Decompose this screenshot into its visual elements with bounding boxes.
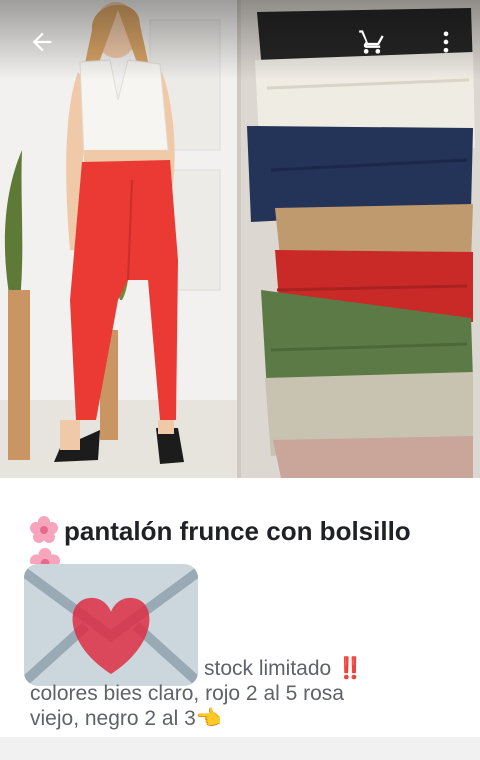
description-line-3: viejo, negro 2 al 3👈 [30, 707, 222, 730]
product-title-text: pantalón frunce con bolsillo [64, 516, 411, 546]
cherry-blossom-icon-2 [30, 548, 60, 564]
more-vertical-icon [443, 31, 449, 53]
product-image-gallery[interactable] [0, 0, 480, 478]
product-description: stock limitado ‼️ colores bies claro, ro… [30, 656, 470, 731]
cherry-blossom-icon [30, 516, 58, 543]
product-details: pantalón frunce con bolsillo stock limit… [0, 478, 480, 760]
description-line-1: stock limitado ‼️ [204, 657, 364, 680]
arrow-left-icon [32, 32, 52, 52]
product-title: pantalón frunce con bolsillo [30, 516, 460, 546]
more-options-button[interactable] [426, 22, 466, 62]
bottom-bar [0, 737, 480, 760]
app-toolbar [0, 0, 480, 80]
cart-button[interactable] [352, 22, 392, 62]
shopping-cart-icon [359, 30, 384, 54]
back-button[interactable] [22, 22, 62, 62]
description-line-2: colores bies claro, rojo 2 al 5 rosa [30, 682, 344, 705]
